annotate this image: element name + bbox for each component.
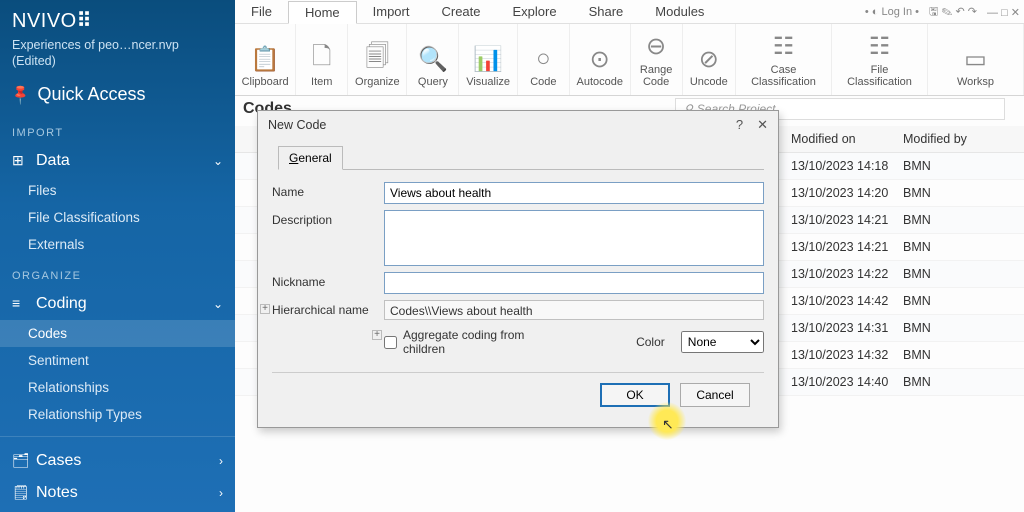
col-modified-on[interactable]: Modified on (791, 132, 903, 146)
nav-relationships[interactable]: Relationships (0, 374, 235, 401)
nav-file-classifications[interactable]: File Classifications (0, 204, 235, 231)
quick-access-label: Quick Access (37, 84, 145, 105)
menu-import[interactable]: Import (357, 1, 426, 22)
cases-icon: 🗂 (12, 452, 30, 469)
ribbon-code[interactable]: ○Code (518, 24, 570, 95)
nav-sentiment[interactable]: Sentiment (0, 347, 235, 374)
name-input[interactable] (384, 182, 764, 204)
tab-general[interactable]: General (278, 146, 343, 170)
ribbon-worksp[interactable]: ▭Worksp (928, 24, 1024, 95)
label-description: Description (272, 210, 384, 266)
help-button[interactable]: ? (736, 117, 743, 133)
ribbon-icon: 🔍 (418, 42, 448, 76)
data-icon: ⊞ (12, 152, 30, 169)
ribbon-icon: ▭ (964, 42, 987, 76)
label-nickname: Nickname (272, 272, 384, 294)
menubar: File Home Import Create Explore Share Mo… (235, 0, 1024, 24)
label-name: Name (272, 182, 384, 204)
ok-button[interactable]: OK (600, 383, 670, 407)
ribbon-uncode[interactable]: ⊘Uncode (683, 24, 736, 95)
ribbon-icon: ⊘ (699, 42, 719, 76)
quick-access-button[interactable]: 📌 Quick Access (0, 70, 235, 115)
ribbon-autocode[interactable]: ⊙Autocode (570, 24, 631, 95)
label-aggregate: Aggregate coding from children (403, 328, 568, 356)
chevron-right-icon: › (219, 454, 223, 468)
ribbon-icon: 📊 (473, 42, 503, 76)
ribbon-case-classification[interactable]: ☷CaseClassification (736, 24, 832, 95)
ribbon: 📋Clipboard🗋Item🗐Organize🔍Query📊Visualize… (235, 24, 1024, 96)
ribbon-visualize[interactable]: 📊Visualize (459, 24, 517, 95)
label-hierarchical: Hierarchical name (272, 300, 384, 320)
col-modified-by[interactable]: Modified by (903, 132, 1003, 146)
ribbon-item[interactable]: 🗋Item (296, 24, 348, 95)
section-import: IMPORT (0, 115, 235, 145)
dialog-title: New Code (268, 118, 326, 132)
project-status: (Edited) (0, 53, 235, 69)
aggregate-checkbox[interactable] (384, 336, 397, 349)
nav-coding[interactable]: ≡Coding ⌄ (0, 288, 235, 320)
ribbon-icon: 📋 (250, 42, 280, 76)
pin-icon: 📌 (9, 82, 33, 106)
ribbon-icon: 🗐 (365, 42, 389, 76)
ribbon-icon: ⊙ (590, 42, 610, 76)
close-button[interactable]: ✕ (757, 117, 768, 133)
menu-explore[interactable]: Explore (497, 1, 573, 22)
ribbon-organize[interactable]: 🗐Organize (348, 24, 407, 95)
menu-file[interactable]: File (235, 1, 288, 22)
coding-icon: ≡ (12, 295, 30, 311)
brand-logo: NVIVO⠿ (0, 0, 235, 37)
nav-files[interactable]: Files (0, 177, 235, 204)
ribbon-icon: 🗋 (312, 42, 331, 76)
project-name: Experiences of peo…ncer.nvp (0, 37, 235, 53)
menu-home[interactable]: Home (288, 1, 357, 24)
label-color: Color (636, 335, 665, 349)
new-code-dialog: New Code ? ✕ General Name Description Ni… (257, 110, 779, 428)
nav-data[interactable]: ⊞Data ⌄ (0, 145, 235, 177)
nav-relationship-types[interactable]: Relationship Types (0, 401, 235, 428)
chevron-right-icon: › (219, 486, 223, 500)
hierarchical-value: Codes\\Views about health (384, 300, 764, 320)
chevron-down-icon: ⌄ (213, 154, 223, 168)
section-organize: ORGANIZE (0, 258, 235, 288)
ribbon-icon: ☷ (869, 30, 891, 64)
nav-externals[interactable]: Externals (0, 231, 235, 258)
description-input[interactable] (384, 210, 764, 266)
ribbon-file-classification[interactable]: ☷FileClassification (832, 24, 928, 95)
nickname-input[interactable] (384, 272, 764, 294)
nav-codes[interactable]: Codes (0, 320, 235, 347)
expand-button-2[interactable]: + (372, 330, 382, 340)
nav-cases[interactable]: 🗂Cases › (0, 445, 235, 477)
chevron-down-icon: ⌄ (213, 297, 223, 311)
menu-create[interactable]: Create (425, 1, 496, 22)
ribbon-icon: ○ (536, 42, 551, 76)
ribbon-range-code[interactable]: ⊖RangeCode (631, 24, 683, 95)
notes-icon: 🗒 (12, 484, 30, 501)
titlebar-right: • ◐ Log In •🖫 ✎ ↶ ↷— □ ✕ (865, 0, 1020, 24)
sidebar: NVIVO⠿ Experiences of peo…ncer.nvp (Edit… (0, 0, 235, 512)
menu-share[interactable]: Share (573, 1, 640, 22)
ribbon-icon: ☷ (773, 30, 795, 64)
nav-notes[interactable]: 🗒Notes › (0, 477, 235, 509)
color-select[interactable]: None (681, 331, 764, 353)
ribbon-icon: ⊖ (646, 30, 666, 64)
ribbon-query[interactable]: 🔍Query (407, 24, 459, 95)
menu-modules[interactable]: Modules (639, 1, 720, 22)
ribbon-clipboard[interactable]: 📋Clipboard (235, 24, 296, 95)
expand-button[interactable]: + (260, 304, 270, 314)
cancel-button[interactable]: Cancel (680, 383, 750, 407)
